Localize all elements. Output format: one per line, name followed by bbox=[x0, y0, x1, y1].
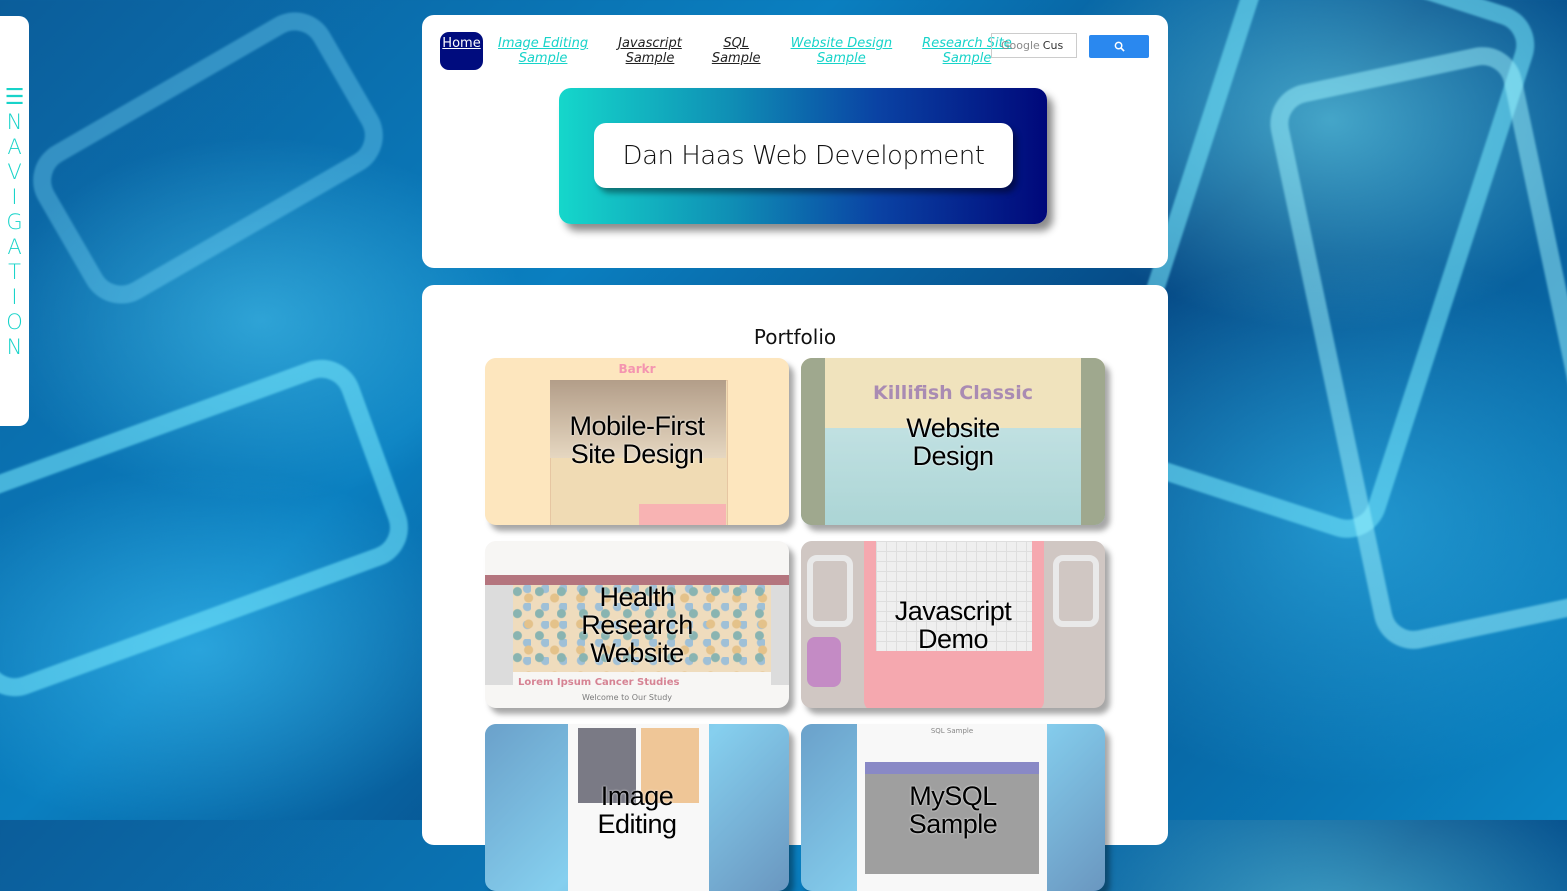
tile-label: Javascript Demo bbox=[894, 596, 1012, 654]
portfolio-tile-health-research[interactable]: Lorem Ipsum Cancer Studies Welcome to Ou… bbox=[485, 541, 789, 708]
tile-label: Website Design bbox=[906, 413, 1000, 471]
portfolio-tile-javascript-demo[interactable]: Javascript Demo bbox=[801, 541, 1105, 708]
portfolio-heading: Portfolio bbox=[753, 325, 837, 349]
site-title: Dan Haas Web Development bbox=[594, 123, 1013, 188]
side-navigation-tab[interactable]: ☰ N A V I G A T I O N bbox=[0, 16, 29, 426]
dna-strand-decoration bbox=[0, 348, 420, 708]
tile-label: MySQL Sample bbox=[908, 781, 998, 839]
nav-link-sql[interactable]: SQL Sample bbox=[712, 36, 761, 66]
portfolio-card: Portfolio Barkr Mobile-First Site Design… bbox=[422, 285, 1168, 891]
nav-letter: I bbox=[11, 285, 18, 309]
portfolio-tile-image-editing[interactable]: Image Editing bbox=[485, 724, 789, 891]
search-icon bbox=[1114, 41, 1125, 52]
search-input-value: Cus bbox=[1042, 39, 1064, 52]
portfolio-tile-website-design[interactable]: Killifish Classic Website Design bbox=[801, 358, 1105, 525]
header-card: Home Image Editing Sample Javascript Sam… bbox=[422, 15, 1168, 268]
nav-letter: A bbox=[7, 135, 22, 159]
nav-home-link[interactable]: Home bbox=[440, 32, 483, 70]
nav-link-image-editing[interactable]: Image Editing Sample bbox=[498, 36, 588, 66]
nav-letter: N bbox=[6, 335, 23, 359]
search-button[interactable] bbox=[1089, 35, 1149, 58]
tile-label: Health Research Website bbox=[581, 582, 693, 668]
nav-letter: I bbox=[11, 185, 18, 209]
nav-letter: O bbox=[6, 310, 23, 334]
dna-strand-decoration bbox=[18, 0, 398, 319]
google-brand-label: Google bbox=[1001, 39, 1040, 52]
hamburger-menu-icon[interactable]: ☰ bbox=[5, 86, 25, 110]
portfolio-tile-mysql-sample[interactable]: SQL Sample MySQL Sample bbox=[801, 724, 1105, 891]
nav-link-website-design[interactable]: Website Design Sample bbox=[791, 36, 893, 66]
banner: Dan Haas Web Development bbox=[559, 88, 1047, 224]
tile-label: Mobile-First Site Design bbox=[569, 411, 705, 469]
search-input[interactable]: Google Cus bbox=[991, 33, 1077, 58]
nav-letter: V bbox=[7, 160, 22, 184]
nav-link-javascript[interactable]: Javascript Sample bbox=[618, 36, 682, 66]
nav-letter: G bbox=[6, 210, 23, 234]
portfolio-tile-mobile-first[interactable]: Barkr Mobile-First Site Design bbox=[485, 358, 789, 525]
nav-letter: N bbox=[6, 110, 23, 134]
nav-letter: T bbox=[8, 260, 21, 284]
tile-label: Image Editing bbox=[597, 781, 677, 839]
top-navigation: Home Image Editing Sample Javascript Sam… bbox=[440, 32, 1042, 70]
nav-letter: A bbox=[7, 235, 22, 259]
